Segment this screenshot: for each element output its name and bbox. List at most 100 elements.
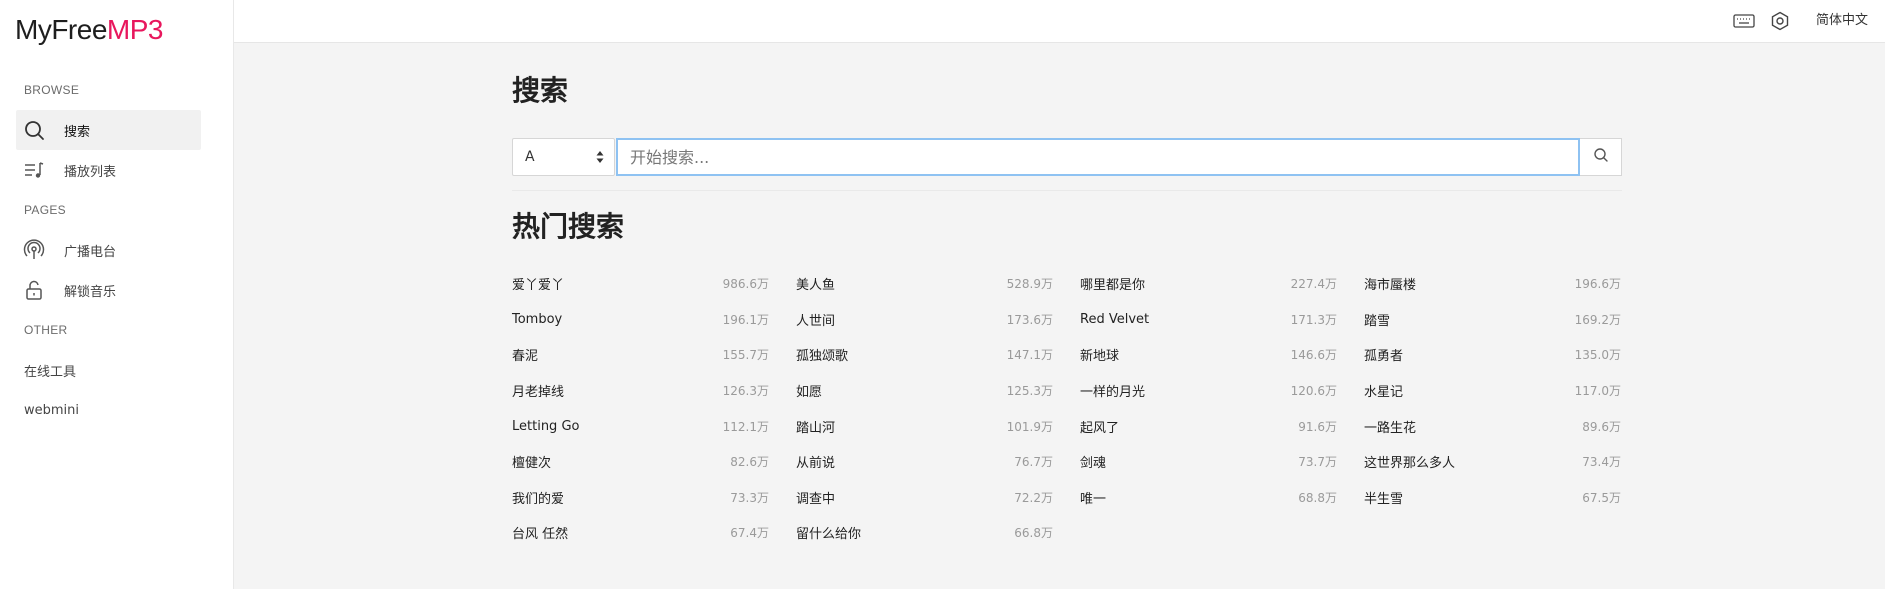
hot-search-name: Tomboy [512,311,563,327]
hot-search-item[interactable]: 剑魂 73.7万 [1080,444,1337,480]
hot-search-item[interactable]: 水星记 117.0万 [1364,373,1621,409]
hot-search-count: 146.6万 [1290,348,1337,363]
hot-search-item[interactable]: 这世界那么多人 73.4万 [1364,444,1621,480]
hot-search-name: 一路生花 [1364,420,1417,436]
source-select-value: A [525,149,535,165]
hot-search-item[interactable]: 人世间 173.6万 [796,302,1053,338]
hot-search-name: 水星记 [1364,385,1404,401]
hot-search-item[interactable]: 踏山河 101.9万 [796,408,1053,444]
hot-search-item[interactable]: 孤独颂歌 147.1万 [796,337,1053,373]
hot-search-name: 檀健次 [512,456,552,472]
logo-part1: MyFree [15,14,107,45]
hot-search-name: 春泥 [512,349,539,365]
sidebar-item-label: 播放列表 [64,164,117,180]
search-button[interactable] [1580,138,1622,176]
playlist-icon [22,158,46,182]
hot-search-name: 这世界那么多人 [1364,456,1456,472]
source-select[interactable]: A [512,138,615,176]
hot-search-count: 196.1万 [722,312,769,327]
hot-search-count: 126.3万 [722,384,769,399]
hot-search-count: 72.2万 [1014,490,1053,505]
hot-search-item[interactable]: 起风了 91.6万 [1080,408,1337,444]
hot-search-item[interactable]: 海市蜃楼 196.6万 [1364,266,1621,302]
logo[interactable]: MyFreeMP3 [15,14,163,46]
divider [512,190,1622,191]
section-label-pages: PAGES [24,203,66,217]
hot-search-item[interactable]: Red Velvet 171.3万 [1080,302,1337,338]
hot-search-count: 227.4万 [1290,277,1337,292]
hot-search-item[interactable]: 如愿 125.3万 [796,373,1053,409]
section-label-browse: BROWSE [24,83,80,97]
hot-search-item[interactable]: 唯一 68.8万 [1080,480,1337,516]
hot-search-name: Red Velvet [1080,311,1150,327]
hot-search-item[interactable]: 一路生花 89.6万 [1364,408,1621,444]
hot-search-name: 起风了 [1080,420,1120,436]
language-selector[interactable]: 简体中文 [1816,9,1868,28]
hot-search-item[interactable]: 从前说 76.7万 [796,444,1053,480]
hot-search-count: 67.4万 [730,526,769,541]
hot-search-item[interactable]: 月老掉线 126.3万 [512,373,769,409]
hot-search-count: 91.6万 [1298,419,1337,434]
hot-search-count: 986.6万 [722,277,769,292]
hot-search-item[interactable]: Tomboy 196.1万 [512,302,769,338]
hot-search-name: 哪里都是你 [1080,278,1146,294]
hot-search-count: 135.0万 [1574,348,1621,363]
sidebar-item-radio[interactable]: 广播电台 [16,230,201,270]
hot-search-count: 173.6万 [1006,312,1053,327]
hot-search-item[interactable]: 哪里都是你 227.4万 [1080,266,1337,302]
hot-search-name: 海市蜃楼 [1364,278,1417,294]
hot-search-count: 73.7万 [1298,455,1337,470]
hot-search-item[interactable]: 春泥 155.7万 [512,337,769,373]
hot-search-item[interactable]: 我们的爱 73.3万 [512,480,769,516]
settings-icon[interactable] [1768,9,1792,33]
hot-search-count: 89.6万 [1582,419,1621,434]
hot-search-count: 171.3万 [1290,312,1337,327]
hot-search-item[interactable]: 孤勇者 135.0万 [1364,337,1621,373]
hot-search-item[interactable]: 留什么给你 66.8万 [796,515,1053,551]
sidebar-item-search[interactable]: 搜索 [16,110,201,150]
hot-search-item[interactable]: 美人鱼 528.9万 [796,266,1053,302]
hot-search-name: 踏雪 [1364,313,1391,329]
hot-search-item[interactable]: 踏雪 169.2万 [1364,302,1621,338]
hot-search-count: 125.3万 [1006,384,1053,399]
hot-search-count: 147.1万 [1006,348,1053,363]
hot-search-list: 爱丫爱丫 986.6万 美人鱼 528.9万 哪里都是你 227.4万 海市蜃楼 196.6万… [512,266,1622,551]
search-input[interactable] [616,138,1580,176]
hot-search-name: 美人鱼 [796,278,836,294]
hot-search-count: 196.6万 [1574,277,1621,292]
topbar: 简体中文 [234,0,1885,43]
hot-search-title: 热门搜索 [512,210,625,243]
unlock-icon [22,278,46,302]
hot-search-name: 新地球 [1080,349,1120,365]
hot-search-item[interactable]: 爱丫爱丫 986.6万 [512,266,769,302]
hot-search-item[interactable]: 新地球 146.6万 [1080,337,1337,373]
hot-search-name: 孤独颂歌 [796,349,849,365]
hot-search-count: 528.9万 [1006,277,1053,292]
hot-search-name: 孤勇者 [1364,349,1404,365]
sidebar-item-webmini[interactable]: webmini [16,390,201,430]
hot-search-item[interactable]: 檀健次 82.6万 [512,444,769,480]
hot-search-count: 66.8万 [1014,526,1053,541]
hot-search-count: 67.5万 [1582,490,1621,505]
hot-search-count: 117.0万 [1574,384,1621,399]
sidebar-item-label: 在线工具 [24,364,77,380]
hot-search-item[interactable]: Letting Go 112.1万 [512,408,769,444]
hot-search-count: 82.6万 [730,455,769,470]
sidebar-item-unlock-music[interactable]: 解锁音乐 [16,270,201,310]
logo-part2: MP3 [106,14,164,45]
hot-search-name: 从前说 [796,456,836,472]
sidebar-item-online-tools[interactable]: 在线工具 [16,350,201,390]
hot-search-count: 76.7万 [1014,455,1053,470]
hot-search-item[interactable]: 调查中 72.2万 [796,480,1053,516]
hot-search-item[interactable]: 半生雪 67.5万 [1364,480,1621,516]
keyboard-icon[interactable] [1732,9,1756,33]
sidebar-item-label: 解锁音乐 [64,284,117,300]
hot-search-item[interactable]: 台风 任然 67.4万 [512,515,769,551]
sidebar-item-playlist[interactable]: 播放列表 [16,150,201,190]
sidebar-item-label: 广播电台 [64,244,117,260]
hot-search-name: 唯一 [1080,491,1107,507]
hot-search-name: 半生雪 [1364,491,1404,507]
search-icon [22,118,46,142]
hot-search-name: 调查中 [796,491,836,507]
hot-search-item[interactable]: 一样的月光 120.6万 [1080,373,1337,409]
